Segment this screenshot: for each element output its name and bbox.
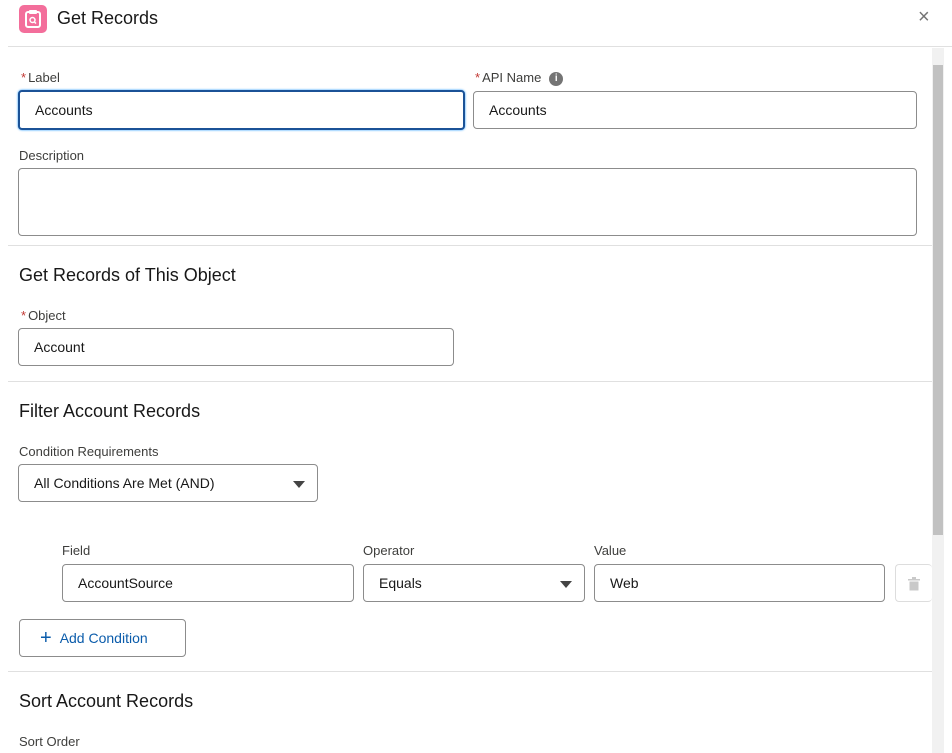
info-icon[interactable]: i — [549, 71, 564, 86]
description-label: Description — [19, 148, 85, 163]
chevron-down-icon — [560, 581, 572, 588]
delete-condition-button[interactable] — [895, 564, 932, 602]
object-section-title: Get Records of This Object — [19, 265, 236, 285]
object-input[interactable]: Account — [18, 328, 454, 366]
scrollbar-thumb[interactable] — [933, 65, 943, 535]
get-records-icon — [19, 5, 47, 33]
condition-field-input[interactable]: AccountSource — [62, 564, 354, 602]
divider — [8, 671, 932, 672]
trash-icon — [908, 577, 920, 591]
api-name-input[interactable]: Accounts — [473, 91, 917, 129]
divider — [8, 245, 932, 246]
condition-value-input[interactable]: Web — [594, 564, 885, 602]
label-input[interactable]: Accounts — [18, 90, 465, 130]
chevron-down-icon — [293, 481, 305, 488]
condition-operator-select[interactable]: Equals — [363, 564, 585, 602]
divider — [8, 46, 952, 47]
filter-section-title: Filter Account Records — [19, 401, 201, 421]
condition-requirements-select[interactable]: All Conditions Are Met (AND) — [18, 464, 318, 502]
value-column-header: Value — [594, 543, 627, 558]
sort-section-title: Sort Account Records — [19, 691, 194, 711]
operator-column-header: Operator — [363, 543, 415, 558]
field-column-header: Field — [62, 543, 91, 558]
api-name-field-label: * API Name i — [475, 70, 564, 86]
modal-title: Get Records — [57, 8, 159, 28]
sort-order-label: Sort Order — [19, 734, 80, 749]
add-condition-button[interactable]: + Add Condition — [19, 619, 186, 657]
plus-icon: + — [40, 626, 52, 649]
divider — [8, 381, 932, 382]
close-icon[interactable]: × — [918, 6, 930, 29]
condition-requirements-label: Condition Requirements — [19, 444, 159, 459]
label-field-label: * Label — [21, 70, 60, 85]
description-textarea[interactable] — [18, 168, 917, 236]
object-label: * Object — [21, 308, 66, 323]
